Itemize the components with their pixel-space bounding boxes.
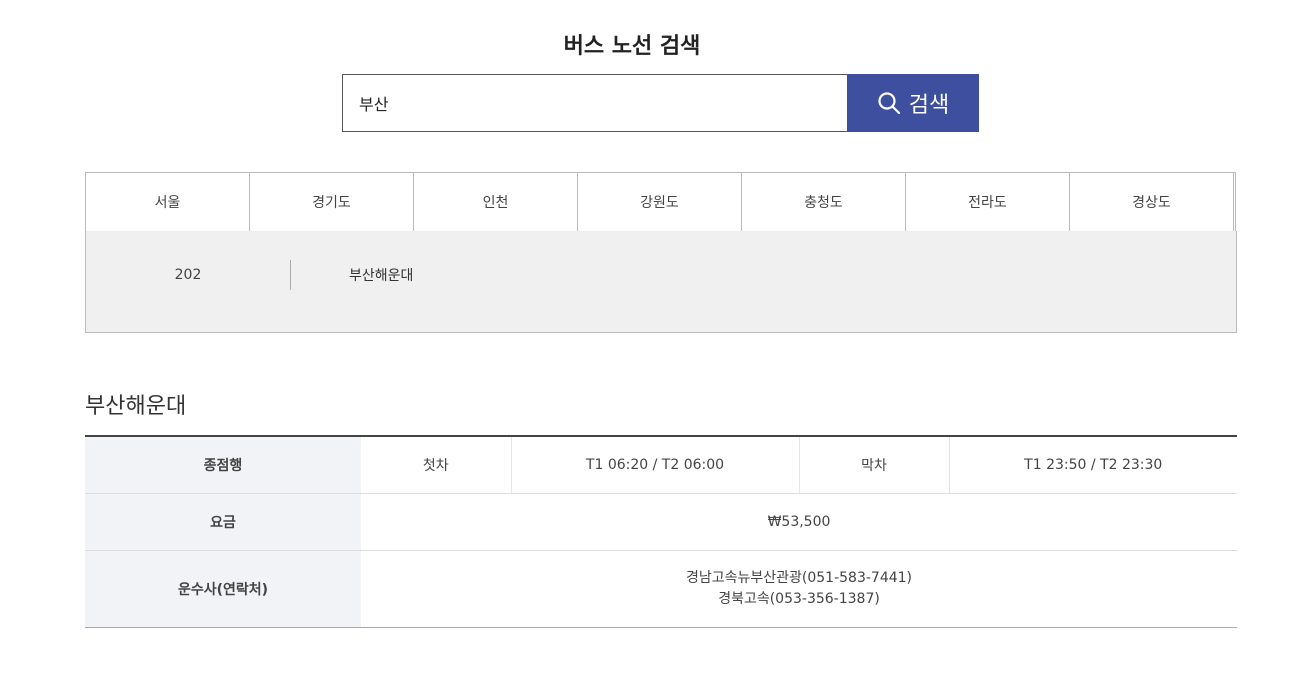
route-result-panel: 202 부산해운대 bbox=[85, 231, 1237, 333]
route-name: 부산해운대 bbox=[349, 268, 414, 284]
search-button-label: 검색 bbox=[908, 93, 950, 118]
last-bus-time: T1 23:50 / T2 23:30 bbox=[1024, 456, 1163, 473]
operator-item: 경북고속(053-356-1387) bbox=[718, 590, 880, 607]
region-tab-incheon[interactable]: 인천 bbox=[414, 173, 578, 231]
fare-label: 요금 bbox=[85, 493, 361, 550]
search-input[interactable] bbox=[342, 74, 847, 132]
terminal-label: 종점행 bbox=[85, 436, 361, 493]
route-detail-title: 부산해운대 bbox=[85, 394, 187, 419]
region-tab-gyeongsang[interactable]: 경상도 bbox=[1070, 173, 1234, 231]
operator-item: 경남고속뉴부산관광(051-583-7441) bbox=[685, 569, 913, 586]
region-tab-gangwon[interactable]: 강원도 bbox=[578, 173, 742, 231]
route-detail-table: 종점행 첫차 T1 06:20 / T2 06:00 막차 T1 23:50 /… bbox=[85, 435, 1237, 628]
fare-row: 요금 ₩53,500 bbox=[85, 493, 1237, 550]
search-bar: 검색 bbox=[342, 74, 979, 132]
schedule-row: 종점행 첫차 T1 06:20 / T2 06:00 막차 T1 23:50 /… bbox=[85, 436, 1237, 493]
search-button[interactable]: 검색 bbox=[847, 74, 979, 132]
route-number: 202 bbox=[174, 267, 202, 283]
region-tabs: 서울 경기도 인천 강원도 충청도 전라도 경상도 bbox=[85, 172, 1236, 232]
fare-value: ₩53,500 bbox=[767, 513, 831, 530]
operator-row: 운수사(연락처) 경남고속뉴부산관광(051-583-7441) 경북고속(05… bbox=[85, 550, 1237, 627]
route-item[interactable]: 202 부산해운대 bbox=[86, 259, 413, 291]
last-bus-label: 막차 bbox=[799, 436, 950, 493]
first-bus-label: 첫차 bbox=[361, 436, 512, 493]
operator-list: 경남고속뉴부산관광(051-583-7441) 경북고속(053-356-138… bbox=[361, 550, 1237, 627]
region-tab-seoul[interactable]: 서울 bbox=[86, 173, 250, 231]
first-bus-time: T1 06:20 / T2 06:00 bbox=[511, 436, 800, 493]
region-tab-gyeonggi[interactable]: 경기도 bbox=[250, 173, 414, 231]
region-tab-jeolla[interactable]: 전라도 bbox=[906, 173, 1070, 231]
page-title: 버스 노선 검색 bbox=[563, 34, 701, 59]
region-tab-chungcheong[interactable]: 충청도 bbox=[742, 173, 906, 231]
search-icon bbox=[878, 92, 900, 115]
operator-label: 운수사(연락처) bbox=[85, 550, 361, 627]
